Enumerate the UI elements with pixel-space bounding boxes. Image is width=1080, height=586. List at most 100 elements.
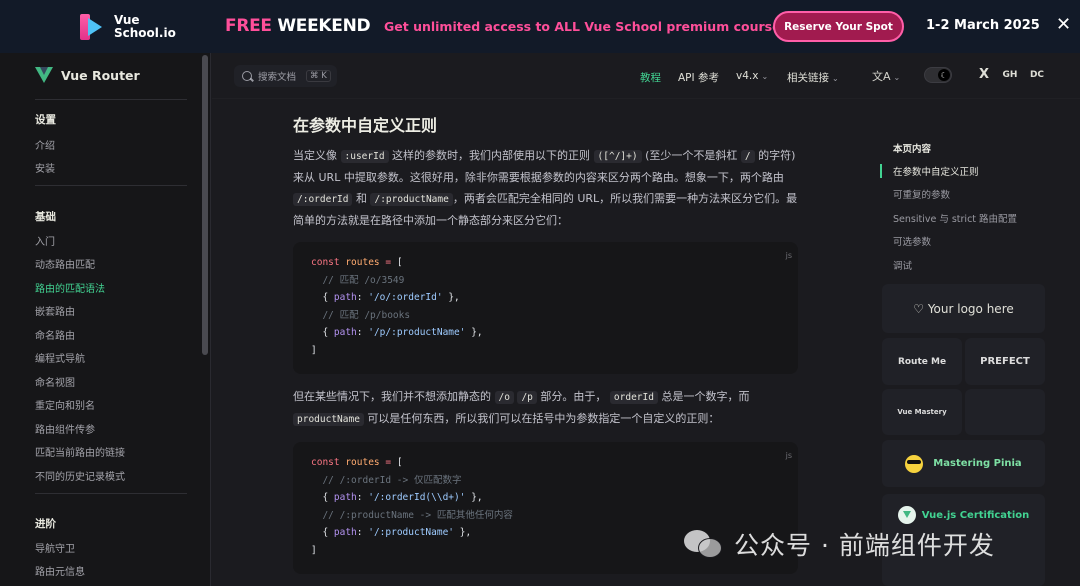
sidebar-item[interactable]: 命名路由 xyxy=(35,327,75,342)
free-weekend-title: FREE WEEKEND xyxy=(225,16,371,36)
outline-item[interactable]: 调试 xyxy=(893,258,912,272)
sidebar-group-setup: 设置 xyxy=(35,114,56,126)
code-line: // 匹配 /p/books xyxy=(311,309,411,321)
paragraph-1: 当定义像 :userId 这样的参数时，我们内部使用以下的正则 ([^/]+) … xyxy=(293,145,798,231)
search-shortcut: ⌘ K xyxy=(306,70,331,82)
x-twitter-icon[interactable]: X xyxy=(976,67,992,83)
sidebar: Vue Router 设置 介绍 安装 基础 入门 动态路由匹配 路由的匹配语法… xyxy=(0,53,211,586)
code-line: const routes = [ xyxy=(311,457,403,468)
certification-badge-icon xyxy=(897,506,916,524)
code-block-1: js const routes = [ // 匹配 /o/3549 { path… xyxy=(293,242,798,374)
reserve-spot-button[interactable]: Reserve Your Spot xyxy=(773,11,904,42)
code-line: ] xyxy=(311,344,317,356)
inline-code: /p xyxy=(517,391,537,404)
code-line: // /:orderId -> 仅匹配数字 xyxy=(311,474,462,486)
code-line: // /:productName -> 匹配其他任何内容 xyxy=(311,509,513,521)
nav-link-tutorial[interactable]: 教程 xyxy=(640,70,661,85)
outline-item-active[interactable]: 在参数中自定义正则 xyxy=(893,164,979,178)
inline-code: :userId xyxy=(340,150,389,163)
text: 但在某些情况下，我们并不想添加静态的 xyxy=(293,390,491,403)
sidebar-item[interactable]: 不同的历史记录模式 xyxy=(35,468,125,483)
outline-item[interactable]: Sensitive 与 strict 路由配置 xyxy=(893,211,1017,225)
dark-mode-toggle[interactable]: ☾ xyxy=(924,67,952,83)
sidebar-item[interactable]: 导航守卫 xyxy=(35,540,75,555)
vue-school-logo[interactable]: Vue School.io xyxy=(78,12,176,42)
version-label: v4.x xyxy=(736,70,759,82)
sidebar-item[interactable]: 命名视图 xyxy=(35,374,75,389)
sidebar-scrollbar[interactable] xyxy=(202,55,208,355)
sidebar-item[interactable]: 动态路由匹配 xyxy=(35,256,95,271)
inline-code: /o xyxy=(494,391,514,404)
wechat-watermark: 公众号 · 前端组件开发 xyxy=(684,526,995,562)
code-line: { path: '/p/:productName' }, xyxy=(311,327,483,338)
watermark-text: 公众号 · 前端组件开发 xyxy=(734,531,995,560)
code-line: const routes = [ xyxy=(311,257,403,268)
sidebar-divider xyxy=(35,493,187,494)
sponsor-prefect[interactable]: PREFECT xyxy=(965,338,1045,385)
text: 可以是任何东西，所以我们可以在括号中为参数指定一个自定义的正则： xyxy=(367,412,720,425)
inline-code: /:productName xyxy=(370,193,453,206)
banner-date: 1-2 March 2025 xyxy=(926,18,1040,33)
text: 这样的参数时，我们内部使用以下的正则 xyxy=(392,149,591,162)
sponsor-mastering-pinia[interactable]: Mastering Pinia xyxy=(882,440,1045,487)
outline-active-marker xyxy=(880,164,882,178)
text: 总是一个数字，而 xyxy=(661,390,750,403)
translate-glyph: 文A xyxy=(872,70,891,83)
sidebar-group-advanced: 进阶 xyxy=(35,518,56,530)
cert-label: Vue.js Certification xyxy=(921,510,1030,521)
text: 和 xyxy=(355,192,367,205)
code-line: { path: '/:orderId(\\d+)' }, xyxy=(311,492,483,503)
inline-code: / xyxy=(740,150,755,163)
sponsor-vuemastery[interactable]: Vue Mastery xyxy=(882,389,962,435)
sponsor-logo-here[interactable]: ♡ Your logo here xyxy=(882,284,1045,333)
outline-item[interactable]: 可重复的参数 xyxy=(893,187,950,201)
section-heading: 在参数中自定义正则 xyxy=(293,116,438,135)
chevron-down-icon: ⌄ xyxy=(893,73,901,82)
close-icon[interactable]: ✕ xyxy=(1056,15,1071,35)
pinia-mascot-icon xyxy=(905,454,924,473)
code-line: // 匹配 /o/3549 xyxy=(311,274,405,286)
code-line: { path: '/o/:orderId' }, xyxy=(311,292,460,303)
sidebar-item[interactable]: 入门 xyxy=(35,233,55,248)
sidebar-item-active[interactable]: 路由的匹配语法 xyxy=(35,280,105,295)
nav-related-links-dropdown[interactable]: 相关链接 ⌄ xyxy=(787,70,839,85)
sidebar-item[interactable]: 路由组件传参 xyxy=(35,421,95,436)
inline-code: ([^/]+) xyxy=(593,150,642,163)
translate-icon[interactable]: 文A ⌄ xyxy=(872,68,900,84)
text: 当定义像 xyxy=(293,149,337,162)
vue-router-home-link[interactable]: Vue Router xyxy=(35,67,140,83)
sidebar-item[interactable]: 安装 xyxy=(35,160,55,175)
nav-version-dropdown[interactable]: v4.x ⌄ xyxy=(736,70,768,82)
on-this-page-title: 本页内容 xyxy=(893,144,932,155)
inline-code: /:orderId xyxy=(293,193,353,206)
top-nav: 搜索文档 ⌘ K 教程 API 参考 v4.x ⌄ 相关链接 ⌄ 文A ⌄ ☾ X G… xyxy=(212,53,1080,99)
outline-item[interactable]: 可选参数 xyxy=(893,234,931,248)
vue-logo-icon xyxy=(35,67,53,83)
pinia-label: Mastering Pinia xyxy=(933,458,1022,469)
text: (至少一个不是斜杠 xyxy=(645,149,738,162)
search-button[interactable]: 搜索文档 ⌘ K xyxy=(234,65,337,87)
sidebar-divider xyxy=(35,99,187,100)
promo-banner: Vue School.io FREE WEEKEND Get unlimited… xyxy=(0,0,1080,53)
sidebar-item[interactable]: 匹配当前路由的链接 xyxy=(35,444,125,459)
sidebar-item[interactable]: 介绍 xyxy=(35,137,55,152)
inline-code: orderId xyxy=(609,391,658,404)
moon-icon: ☾ xyxy=(938,69,950,81)
sidebar-item[interactable]: 嵌套路由 xyxy=(35,303,75,318)
discord-icon[interactable]: DC xyxy=(1029,67,1045,83)
github-icon[interactable]: GH xyxy=(1002,67,1018,83)
sponsor-empty xyxy=(965,389,1045,435)
chevron-down-icon: ⌄ xyxy=(761,72,769,81)
sidebar-item[interactable]: 编程式导航 xyxy=(35,350,85,365)
nav-link-api[interactable]: API 参考 xyxy=(678,70,719,85)
sidebar-item[interactable]: 路由元信息 xyxy=(35,563,85,578)
sponsor-routeme[interactable]: Route Me xyxy=(882,338,962,385)
inline-code: productName xyxy=(293,413,364,426)
site-title: Vue Router xyxy=(61,67,140,83)
paragraph-2: 但在某些情况下，我们并不想添加静态的 /o /p 部分。由于， orderId … xyxy=(293,386,798,430)
sidebar-group-basics: 基础 xyxy=(35,211,56,223)
code-lang-label: js xyxy=(785,451,792,460)
banner-message: Get unlimited access to ALL Vue School p… xyxy=(384,19,789,34)
free-word: FREE xyxy=(225,16,272,36)
sidebar-item[interactable]: 重定向和别名 xyxy=(35,397,95,412)
